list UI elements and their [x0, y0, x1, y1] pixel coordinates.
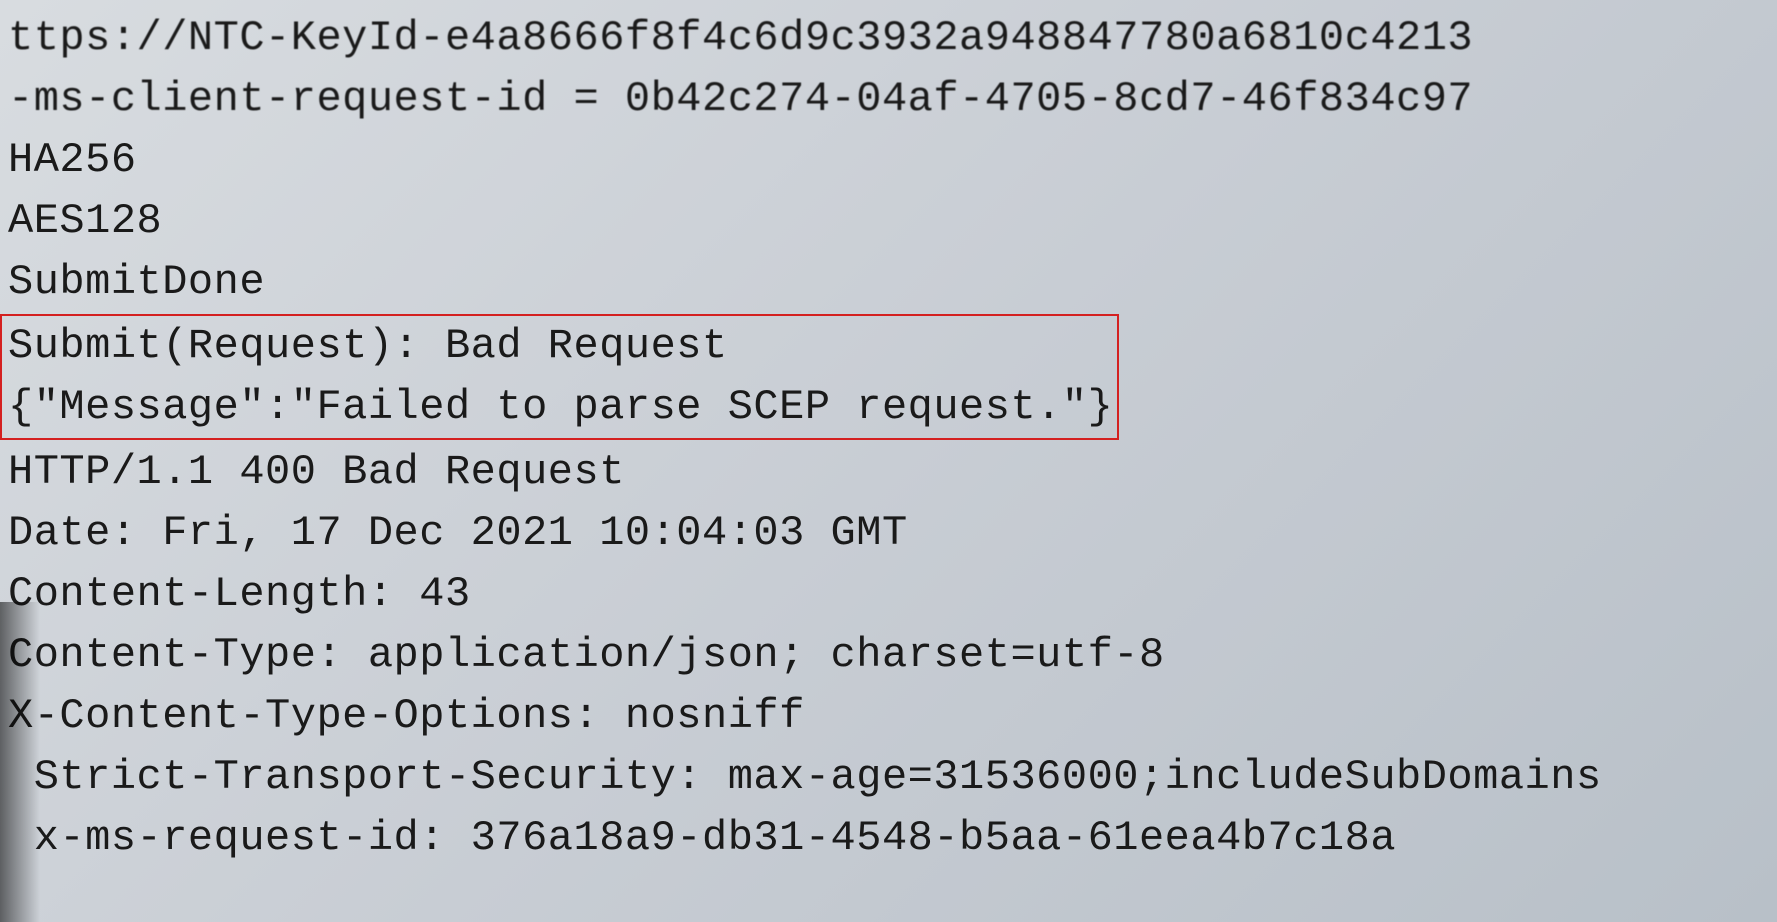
http-header-date: Date: Fri, 17 Dec 2021 10:04:03 GMT — [0, 503, 1777, 564]
error-line-submit: Submit(Request): Bad Request — [8, 316, 1113, 377]
http-header-strict-transport-security: Strict-Transport-Security: max-age=31536… — [0, 747, 1777, 808]
console-output: ttps://NTC-KeyId-e4a8666f8f4c6d9c3932a94… — [0, 8, 1777, 868]
log-line: SubmitDone — [0, 252, 1777, 313]
error-line-message: {"Message":"Failed to parse SCEP request… — [8, 377, 1113, 438]
http-header-content-type: Content-Type: application/json; charset=… — [0, 625, 1777, 686]
http-header-x-ms-request-id: x-ms-request-id: 376a18a9-db31-4548-b5aa… — [0, 808, 1777, 869]
log-line: AES128 — [0, 191, 1777, 252]
error-highlight-box: Submit(Request): Bad Request {"Message":… — [0, 314, 1119, 440]
log-line: -ms-client-request-id = 0b42c274-04af-47… — [0, 69, 1777, 130]
log-line: ttps://NTC-KeyId-e4a8666f8f4c6d9c3932a94… — [0, 8, 1777, 69]
http-header-content-length: Content-Length: 43 — [0, 564, 1777, 625]
log-line: HA256 — [0, 130, 1777, 191]
http-header-x-content-type-options: X-Content-Type-Options: nosniff — [0, 686, 1777, 747]
http-status-line: HTTP/1.1 400 Bad Request — [0, 442, 1777, 503]
